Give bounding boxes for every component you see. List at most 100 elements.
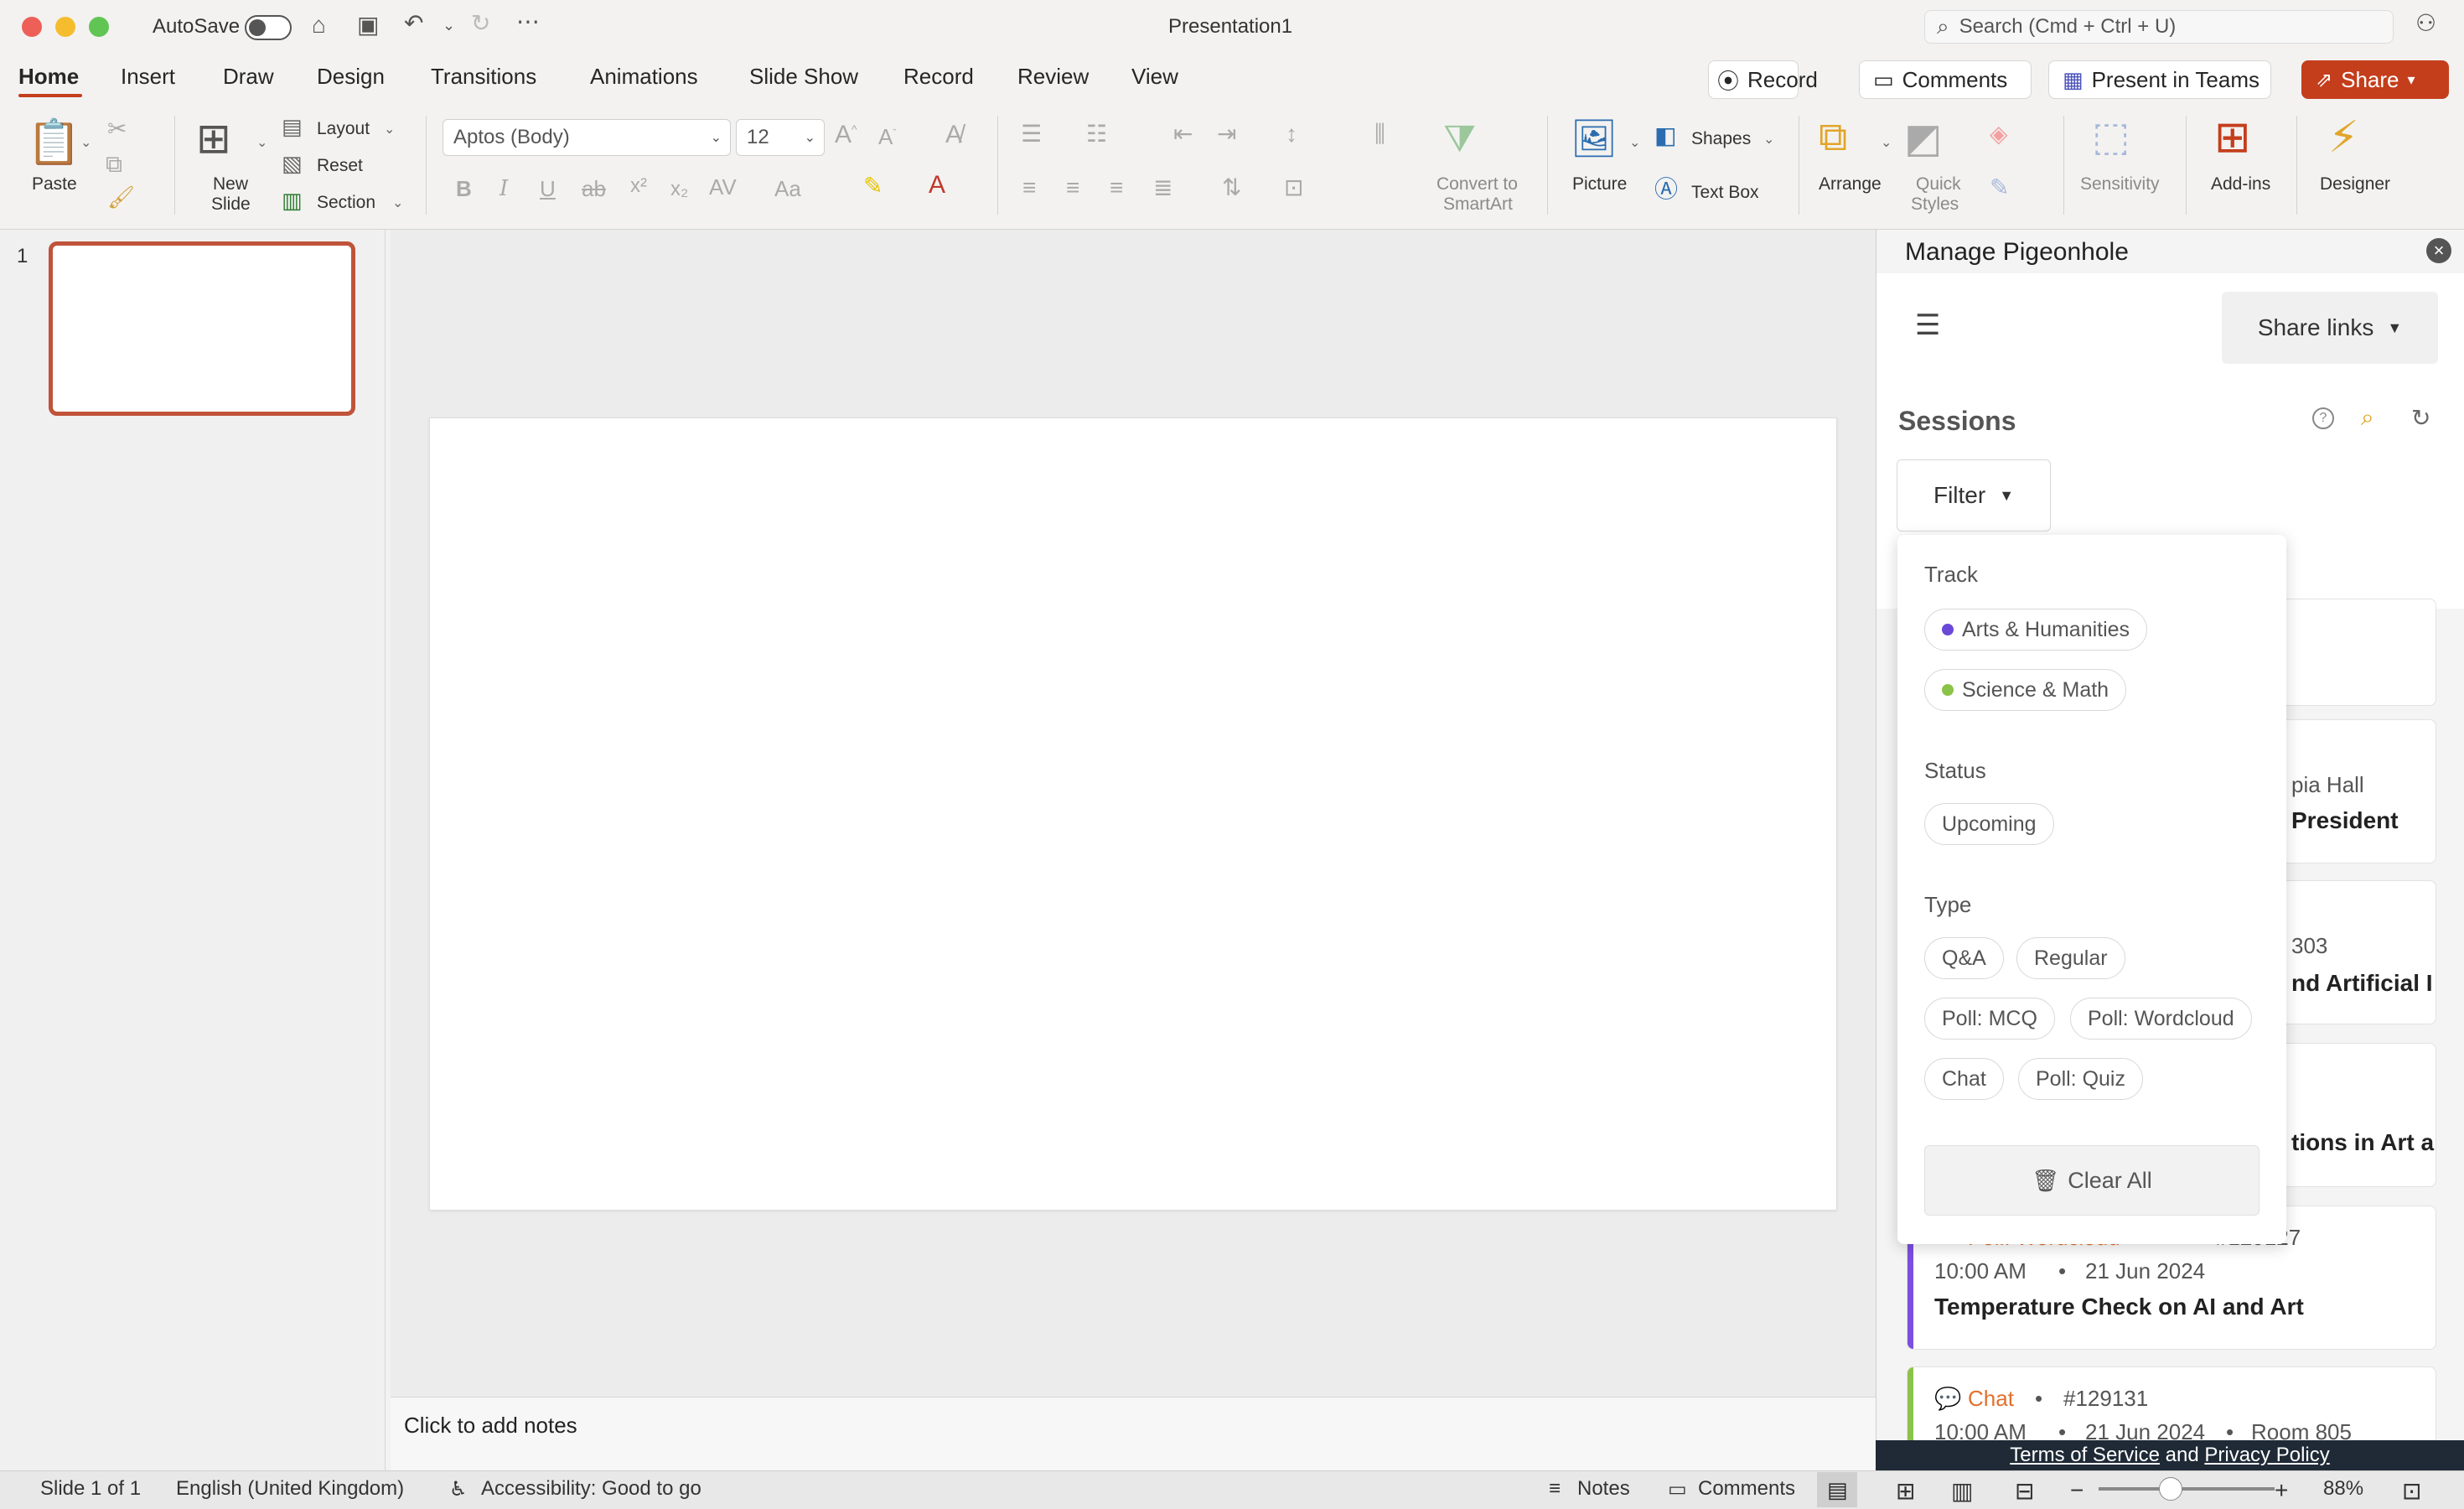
tab-view[interactable]: View xyxy=(1131,64,1178,90)
fit-to-window-icon[interactable]: ⊡ xyxy=(2402,1477,2421,1505)
font-size-select[interactable]: 12 ⌄ xyxy=(736,119,825,156)
designer-icon[interactable]: ⚡ xyxy=(2328,116,2359,159)
sensitivity-icon[interactable]: ⬚ xyxy=(2092,117,2130,158)
search-sessions-icon[interactable]: ⌕ xyxy=(2361,404,2374,432)
normal-view-button[interactable]: ▤ xyxy=(1817,1472,1857,1507)
reading-view-icon[interactable]: ▥ xyxy=(1951,1477,1973,1505)
account-icon[interactable]: ⚇ xyxy=(2415,12,2436,35)
zoom-in-icon[interactable]: + xyxy=(2275,1477,2288,1504)
notes-pane[interactable]: Click to add notes xyxy=(391,1397,1876,1470)
autosave-toggle[interactable] xyxy=(245,15,292,40)
close-window-button[interactable] xyxy=(22,17,42,37)
terms-of-service-link[interactable]: Terms of Service xyxy=(2010,1444,2160,1467)
chip-upcoming[interactable]: Upcoming xyxy=(1924,803,2054,845)
slide-show-icon[interactable]: ⊟ xyxy=(2015,1477,2034,1505)
accessibility-status[interactable]: Accessibility: Good to go xyxy=(481,1477,701,1501)
increase-indent-icon[interactable]: ⇥ xyxy=(1217,122,1236,146)
paste-dropdown-icon[interactable]: ⌄ xyxy=(80,134,91,151)
tab-record[interactable]: Record xyxy=(903,64,974,90)
undo-dropdown-chevron-icon[interactable]: ⌄ xyxy=(443,17,455,34)
tab-design[interactable]: Design xyxy=(317,64,385,90)
italic-icon[interactable]: I xyxy=(500,178,508,200)
change-case-icon[interactable]: Aa xyxy=(774,178,801,200)
filter-button[interactable]: Filter ▼ xyxy=(1897,459,2051,532)
shapes-dropdown-icon[interactable]: ⌄ xyxy=(1763,131,1774,148)
share-button[interactable]: ⇗ Share ▾ xyxy=(2301,60,2449,99)
align-center-icon[interactable]: ≡ xyxy=(1066,176,1079,200)
add-ins-icon[interactable]: ⊞ xyxy=(2214,116,2251,159)
notes-button[interactable]: Notes xyxy=(1577,1477,1630,1501)
copy-icon[interactable]: ⧉ xyxy=(106,153,122,176)
increase-font-size-icon[interactable]: A^ xyxy=(835,122,857,148)
layout-label[interactable]: Layout xyxy=(317,119,370,139)
tab-insert[interactable]: Insert xyxy=(121,64,175,90)
highlighter-icon[interactable]: ✎ xyxy=(863,174,883,198)
home-icon[interactable]: ⌂ xyxy=(312,13,326,37)
new-slide-icon[interactable]: ⊞ xyxy=(196,117,231,159)
line-spacing-icon[interactable]: ↕ xyxy=(1286,122,1297,146)
chip-arts-humanities[interactable]: Arts & Humanities xyxy=(1924,609,2148,651)
chip-chat[interactable]: Chat xyxy=(1924,1058,2004,1100)
maximize-window-button[interactable] xyxy=(89,17,109,37)
section-icon[interactable]: ▥ xyxy=(282,189,303,211)
section-dropdown-icon[interactable]: ⌄ xyxy=(392,194,403,211)
slide-thumbnail[interactable] xyxy=(49,241,355,416)
shapes-icon[interactable]: ◧ xyxy=(1654,124,1676,148)
chip-science-math[interactable]: Science & Math xyxy=(1924,669,2127,711)
align-left-icon[interactable]: ≡ xyxy=(1022,176,1036,200)
decrease-indent-icon[interactable]: ⇤ xyxy=(1173,122,1193,146)
quick-styles-icon[interactable]: ◩ xyxy=(1904,119,1942,159)
search-box[interactable]: ⌕ Search (Cmd + Ctrl + U) xyxy=(1924,10,2394,44)
new-slide-dropdown-icon[interactable]: ⌄ xyxy=(256,134,267,151)
strikethrough-icon[interactable]: ab xyxy=(582,178,606,200)
character-spacing-icon[interactable]: AV xyxy=(709,176,737,198)
picture-icon[interactable]: 🖼 xyxy=(1571,121,1618,158)
smartart-icon[interactable]: ⧩ xyxy=(1443,121,1476,158)
chip-poll-quiz[interactable]: Poll: Quiz xyxy=(2018,1058,2143,1100)
numbering-icon[interactable]: ☷ xyxy=(1086,122,1107,146)
close-pane-icon[interactable]: × xyxy=(2426,238,2451,263)
reset-icon[interactable]: ▧ xyxy=(282,153,303,174)
zoom-level[interactable]: 88% xyxy=(2323,1477,2363,1501)
zoom-out-icon[interactable]: − xyxy=(2070,1477,2084,1504)
align-text-icon[interactable]: ⊡ xyxy=(1284,176,1303,200)
chip-qa[interactable]: Q&A xyxy=(1924,937,2004,979)
picture-dropdown-icon[interactable]: ⌄ xyxy=(1629,134,1640,151)
layout-dropdown-icon[interactable]: ⌄ xyxy=(384,121,395,137)
decrease-font-size-icon[interactable]: Aˇ xyxy=(878,126,896,148)
superscript-icon[interactable]: x² xyxy=(630,176,647,196)
tab-slide-show[interactable]: Slide Show xyxy=(749,64,858,90)
subscript-icon[interactable]: x₂ xyxy=(670,179,688,200)
present-in-teams-button[interactable]: ▦ Present in Teams xyxy=(2048,60,2271,99)
more-options-icon[interactable]: ⋯ xyxy=(516,10,540,34)
redo-icon[interactable]: ↻ xyxy=(471,12,490,35)
shape-outline-icon[interactable]: ✎ xyxy=(1990,176,2009,200)
font-color-icon[interactable]: A xyxy=(929,173,945,198)
tab-animations[interactable]: Animations xyxy=(590,64,698,90)
reset-label[interactable]: Reset xyxy=(317,156,363,176)
shapes-label[interactable]: Shapes xyxy=(1691,129,1751,149)
help-icon[interactable]: ? xyxy=(2312,407,2334,429)
privacy-policy-link[interactable]: Privacy Policy xyxy=(2204,1444,2329,1467)
chip-poll-mcq[interactable]: Poll: MCQ xyxy=(1924,998,2055,1040)
font-name-select[interactable]: Aptos (Body) ⌄ xyxy=(443,119,731,156)
clear-all-button[interactable]: 🗑 Clear All xyxy=(1924,1145,2260,1216)
comments-button[interactable]: ▭ Comments xyxy=(1859,60,2032,99)
minimize-window-button[interactable] xyxy=(55,17,75,37)
layout-icon[interactable]: ▤ xyxy=(282,116,303,137)
section-label[interactable]: Section xyxy=(317,193,375,213)
undo-icon[interactable]: ↶ xyxy=(404,12,423,35)
slide[interactable] xyxy=(429,417,1837,1211)
zoom-slider-thumb[interactable] xyxy=(2159,1477,2182,1501)
slide-sorter-icon[interactable]: ⊞ xyxy=(1896,1477,1915,1505)
refresh-icon[interactable]: ↻ xyxy=(2411,404,2430,432)
bold-icon[interactable]: B xyxy=(456,178,472,200)
shape-fill-icon[interactable]: ◈ xyxy=(1990,122,2008,146)
zoom-slider[interactable] xyxy=(2099,1487,2275,1491)
tab-home[interactable]: Home xyxy=(18,64,79,90)
save-icon[interactable]: ▣ xyxy=(357,13,379,37)
format-painter-icon[interactable]: 🖌 xyxy=(107,186,135,208)
chip-poll-wordcloud[interactable]: Poll: Wordcloud xyxy=(2070,998,2252,1040)
cut-icon[interactable]: ✂ xyxy=(107,117,127,141)
language-status[interactable]: English (United Kingdom) xyxy=(176,1477,404,1501)
